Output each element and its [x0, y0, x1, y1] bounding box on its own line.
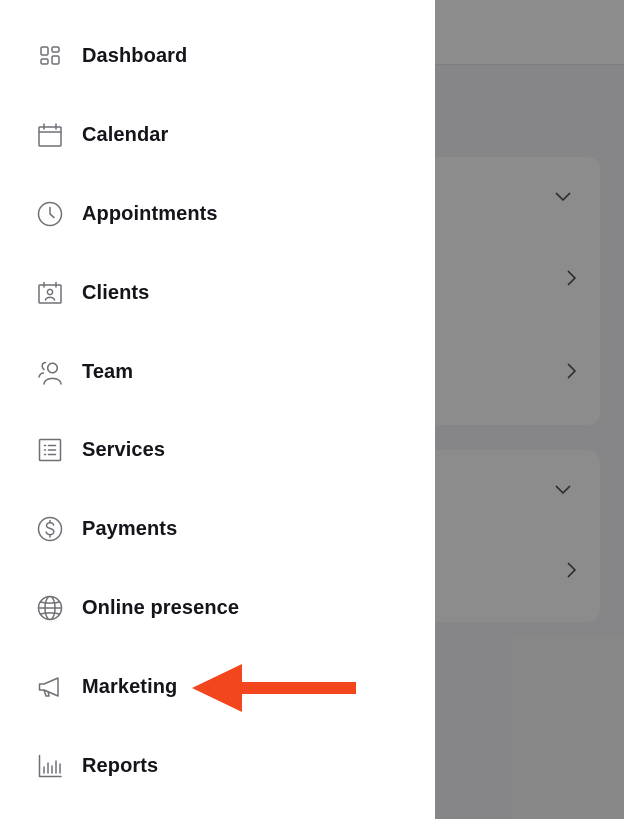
globe-icon [36, 594, 64, 622]
team-icon [36, 358, 64, 386]
sidebar-item-team[interactable]: Team [36, 352, 133, 392]
sidebar-item-label: Team [82, 360, 134, 383]
sidebar-item-label: Services [82, 438, 166, 461]
sidebar-item-label: Clients [82, 281, 150, 304]
sidebar-item-label: Payments [82, 517, 178, 540]
megaphone-icon [36, 673, 64, 701]
sidebar-item-label: Appointments [82, 202, 218, 225]
sidebar-item-label: Reports [82, 754, 159, 777]
sidebar-item-label: Dashboard [82, 44, 188, 67]
sidebar-item-label: Marketing [82, 675, 178, 698]
sidebar-item-clients[interactable]: Clients [36, 273, 149, 313]
sidebar-item-services[interactable]: Services [36, 430, 165, 470]
bar-chart-icon [36, 752, 64, 780]
sidebar-item-online-presence[interactable]: Online presence [36, 588, 239, 628]
dollar-icon [36, 515, 64, 543]
sidebar-item-appointments[interactable]: Appointments [36, 194, 218, 234]
client-card-icon [36, 279, 64, 307]
clock-icon [36, 200, 64, 228]
annotation-arrow-icon [192, 664, 356, 712]
list-icon [36, 436, 64, 464]
screen: Dashboard Calendar Appointments Clients … [0, 0, 624, 819]
sidebar-item-calendar[interactable]: Calendar [36, 115, 168, 155]
sidebar-item-reports[interactable]: Reports [36, 746, 158, 786]
sidebar-item-payments[interactable]: Payments [36, 509, 177, 549]
sidebar-item-label: Calendar [82, 123, 169, 146]
sidebar-item-marketing[interactable]: Marketing [36, 667, 177, 707]
sidebar-item-dashboard[interactable]: Dashboard [36, 36, 187, 76]
dashboard-icon [36, 42, 64, 70]
calendar-icon [36, 121, 64, 149]
sidebar-item-label: Online presence [82, 596, 240, 619]
